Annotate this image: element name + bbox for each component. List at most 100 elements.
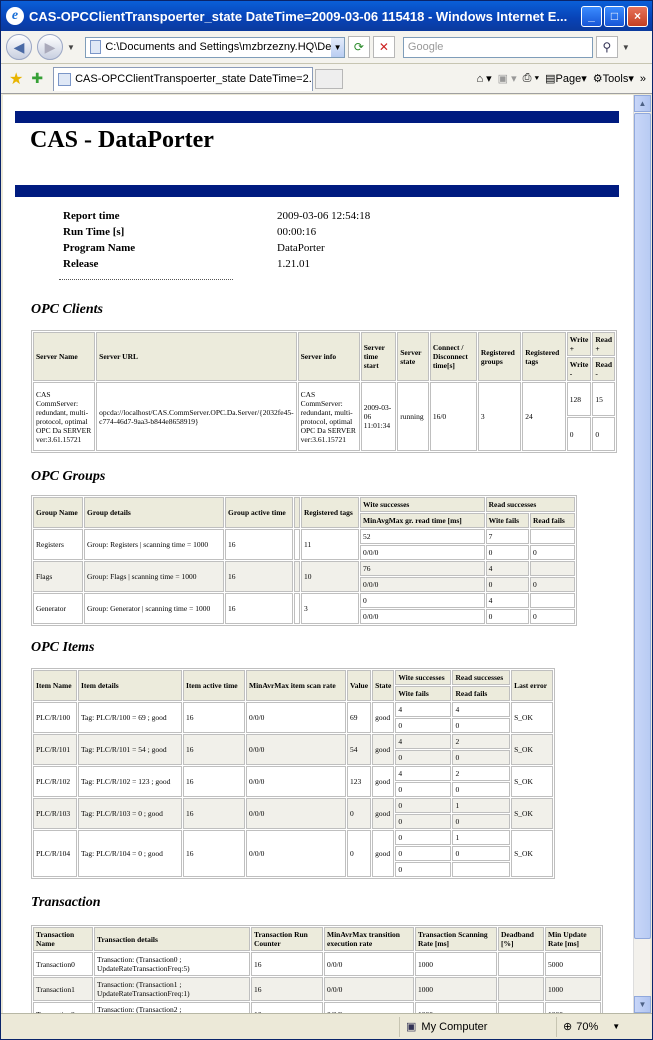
search-dropdown-icon[interactable]: ▼ <box>622 43 630 52</box>
table-row: Generator Group: Generator | scanning ti… <box>33 593 575 624</box>
meta-key: Run Time [s] <box>63 226 125 238</box>
more-chevron-icon[interactable]: » <box>640 73 646 85</box>
cell: 16 <box>251 952 323 976</box>
cell: 69 <box>347 702 372 733</box>
cell: 0/0/0 <box>324 977 414 1001</box>
cell: Tag: PLC/R/100 = 69 ; good <box>78 702 182 733</box>
meta-key: Program Name <box>63 242 136 254</box>
report: CAS - DataPorter Report time 2009-03-06 1… <box>15 111 619 1013</box>
search-input[interactable]: Google <box>402 36 593 58</box>
close-button[interactable]: × <box>627 5 648 27</box>
tools-menu[interactable]: ⚙ Tools ▾ <box>593 72 634 86</box>
zoom-icon: ⊕ <box>563 1021 573 1033</box>
url-dropdown-icon[interactable]: ▼ <box>331 37 344 57</box>
cell: Tag: PLC/R/102 = 123 ; good <box>78 766 182 797</box>
col-header: Server info <box>297 332 360 381</box>
search-button[interactable]: ⚲ <box>595 36 618 58</box>
col-header: Item details <box>78 670 182 701</box>
cell <box>498 1002 544 1013</box>
col-header: Read successes <box>485 497 575 512</box>
clients-table: Server Name Server URL Server info Serve… <box>31 330 617 453</box>
cell: CAS CommServer: redundant, multi-protoco… <box>297 382 360 451</box>
cell: PLC/R/104 <box>33 830 77 877</box>
back-button[interactable]: ◀ <box>6 34 32 60</box>
home-icon[interactable]: ⌂ ▾ <box>476 72 491 85</box>
col-header: Wite fails <box>395 686 452 701</box>
col-header: Registered groups <box>477 332 522 381</box>
favorites-star-icon[interactable]: ★ <box>9 69 23 89</box>
items-table: Item Name Item details Item active time … <box>31 668 555 879</box>
minimize-button[interactable]: _ <box>581 5 602 27</box>
cell: 0 <box>452 846 511 861</box>
history-dropdown-icon[interactable]: ▼ <box>67 43 75 52</box>
page-menu[interactable]: ▤ Page ▾ <box>545 72 587 86</box>
maximize-button[interactable]: □ <box>604 5 625 27</box>
table-row: PLC/R/103 Tag: PLC/R/103 = 0 ; good 16 0… <box>33 798 553 829</box>
new-tab-button[interactable] <box>315 68 344 89</box>
report-meta: Report time 2009-03-06 12:54:18 Run Time … <box>61 207 372 273</box>
cell <box>498 977 544 1001</box>
col-header: MinAvgMax gr. read time [ms] <box>360 513 485 528</box>
cell: 4 <box>452 702 511 717</box>
cell: 0 <box>566 417 592 451</box>
table-row: Flags Group: Flags | scanning time = 100… <box>33 561 575 592</box>
col-header: Min Update Rate [ms] <box>545 927 601 951</box>
cell: 1000 <box>545 1002 601 1013</box>
cell: 0/0/0 <box>324 1002 414 1013</box>
cell: 0 <box>395 718 452 733</box>
print-icon[interactable]: ⎙ ▾ <box>523 72 539 85</box>
add-favorite-icon[interactable]: ✚ <box>31 70 43 87</box>
cell: PLC/R/100 <box>33 702 77 733</box>
cell: 4 <box>395 734 452 749</box>
header-bar-bottom <box>15 185 619 197</box>
cell: Transaction: (Transaction2 ; UpdateRateT… <box>94 1002 250 1013</box>
cell: 0 <box>485 609 529 624</box>
cell: 0 <box>452 718 511 733</box>
url-field[interactable]: C:\Documents and Settings\mzbrzezny.HQ\D… <box>84 36 345 58</box>
col-header: Deadband [%] <box>498 927 544 951</box>
table-row: Transaction2 Transaction: (Transaction2 … <box>33 1002 601 1013</box>
cell <box>529 561 575 576</box>
cell: 2 <box>452 766 511 781</box>
cell: 16 <box>225 529 293 560</box>
cell: Transaction: (Transaction1 ; UpdateRateT… <box>94 977 250 1001</box>
cell: 123 <box>347 766 372 797</box>
cell: Transaction0 <box>33 952 93 976</box>
cell: 5000 <box>545 952 601 976</box>
cell <box>529 593 575 608</box>
meta-value: DataPorter <box>277 242 325 254</box>
tab-active[interactable]: CAS-OPCClientTranspoerter_state DateTime… <box>53 66 314 91</box>
meta-value: 1.21.01 <box>277 258 310 270</box>
col-header: Server state <box>397 332 429 381</box>
cell: good <box>372 702 395 733</box>
col-header: Registered tags <box>301 497 359 528</box>
col-header: Wite successes <box>360 497 485 512</box>
scroll-down-icon[interactable]: ▼ <box>634 996 651 1013</box>
forward-button[interactable]: ▶ <box>37 34 63 60</box>
scroll-thumb[interactable] <box>634 113 651 939</box>
cell: 0/0/0 <box>324 952 414 976</box>
meta-value: 00:00:16 <box>277 226 317 238</box>
cell: Group: Registers | scanning time = 1000 <box>84 529 224 560</box>
zoom-control[interactable]: ⊕ 70% ▼ <box>556 1016 626 1037</box>
page-menu-label: Page <box>555 72 582 85</box>
table-row: PLC/R/102 Tag: PLC/R/102 = 123 ; good 16… <box>33 766 553 797</box>
cell: 1 <box>452 798 511 813</box>
refresh-button[interactable]: ⟳ <box>347 36 370 58</box>
transaction-table: Transaction Name Transaction details Tra… <box>31 925 603 1013</box>
zoom-dropdown-icon[interactable]: ▼ <box>612 1022 620 1031</box>
cell: Transaction1 <box>33 977 93 1001</box>
table-row: PLC/R/101 Tag: PLC/R/101 = 54 ; good 16 … <box>33 734 553 765</box>
col-header: Last error <box>511 670 553 701</box>
feeds-icon[interactable]: ▣ ▾ <box>498 72 517 85</box>
cell: 11 <box>301 529 359 560</box>
cell: 0/0/0 <box>360 577 485 592</box>
cell: 16 <box>183 734 245 765</box>
report-title: CAS - DataPorter <box>30 127 214 153</box>
cell: Registers <box>33 529 83 560</box>
stop-button[interactable]: ✕ <box>372 36 395 58</box>
vertical-scrollbar[interactable]: ▲ ▼ <box>633 95 651 1013</box>
scroll-up-icon[interactable]: ▲ <box>634 95 651 112</box>
cell: Group: Flags | scanning time = 1000 <box>84 561 224 592</box>
cell: 0 <box>395 814 452 829</box>
